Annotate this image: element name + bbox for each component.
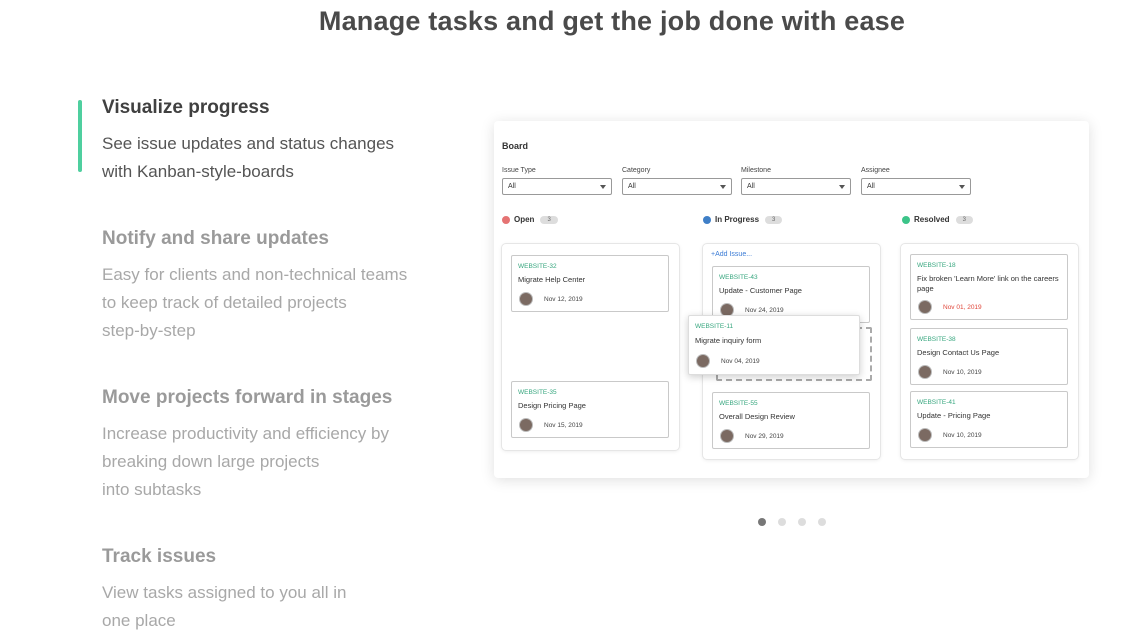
count-badge: 3: [955, 215, 973, 224]
feature-title: Track issues: [102, 546, 217, 567]
issue-card: WEBSITE-38 Design Contact Us Page Nov 10…: [910, 328, 1068, 385]
feature-title: Move projects forward in stages: [102, 387, 393, 408]
carousel-dot[interactable]: [758, 518, 766, 526]
issue-card: WEBSITE-32 Migrate Help Center Nov 12, 2…: [511, 255, 669, 312]
feature-description: Easy for clients and non-technical teams…: [102, 265, 408, 340]
page-headline: Manage tasks and get the job done with e…: [318, 6, 906, 36]
feature-visualize-progress[interactable]: Visualize progress See issue updates and…: [78, 96, 394, 186]
issue-date: Nov 24, 2019: [745, 307, 784, 314]
caret-down-icon: [720, 185, 726, 189]
filter-select: All: [502, 178, 612, 195]
issue-id: WEBSITE-18: [917, 262, 956, 269]
filter-select: All: [622, 178, 732, 195]
feature-title: Visualize progress: [102, 97, 270, 118]
issue-title: Update - Customer Page: [719, 286, 802, 295]
avatar: [519, 418, 533, 432]
feature-notify-share[interactable]: Notify and share updates Easy for client…: [78, 227, 407, 345]
issue-date: Nov 10, 2019: [943, 432, 982, 439]
issue-date: Nov 29, 2019: [745, 433, 784, 440]
issue-title: Overall Design Review: [719, 412, 795, 421]
issue-date: Nov 15, 2019: [544, 422, 583, 429]
issue-id: WEBSITE-38: [917, 336, 956, 343]
filter-select: All: [861, 178, 971, 195]
board-title: Board: [502, 141, 529, 151]
add-issue-link: +Add Issue...: [711, 251, 753, 258]
feature-move-stages[interactable]: Move projects forward in stages Increase…: [78, 386, 392, 504]
column-resolved: WEBSITE-18 Fix broken 'Learn More' link …: [901, 244, 1078, 459]
issue-id: WEBSITE-41: [917, 399, 956, 406]
carousel-dot[interactable]: [798, 518, 806, 526]
filter-issue-type: Issue Type All: [502, 167, 612, 195]
count-badge: 3: [765, 215, 783, 224]
status-dot: [502, 215, 510, 224]
avatar: [519, 292, 533, 306]
filter-label: Assignee: [861, 167, 890, 174]
feature-description: Increase productivity and efficiency by …: [102, 424, 389, 499]
issue-card: WEBSITE-35 Design Pricing Page Nov 15, 2…: [511, 381, 669, 438]
issue-date: Nov 04, 2019: [721, 358, 760, 365]
issue-card: WEBSITE-41 Update - Pricing Page Nov 10,…: [910, 391, 1068, 448]
issue-title: Update - Pricing Page: [917, 411, 991, 420]
issue-card: WEBSITE-55 Overall Design Review Nov 29,…: [712, 392, 870, 449]
dragging-issue-card: WEBSITE-11 Migrate inquiry form Nov 04, …: [688, 315, 860, 375]
issue-id: WEBSITE-11: [695, 323, 734, 330]
caret-down-icon: [959, 185, 965, 189]
issue-id: WEBSITE-55: [719, 400, 758, 407]
issue-title: Design Pricing Page: [518, 401, 586, 410]
filter-category: Category All: [622, 167, 732, 195]
column-header-resolved: Resolved 3: [902, 215, 973, 224]
filter-label: Issue Type: [502, 167, 536, 174]
status-dot: [703, 215, 711, 224]
feature-title: Notify and share updates: [102, 228, 329, 249]
avatar: [918, 365, 932, 379]
carousel-dots: [758, 518, 838, 526]
filter-label: Milestone: [741, 167, 771, 174]
issue-title: Fix broken 'Learn More' link on the care…: [917, 274, 1059, 293]
issue-date: Nov 12, 2019: [544, 296, 583, 303]
issue-id: WEBSITE-43: [719, 274, 758, 281]
issue-date: Nov 10, 2019: [943, 369, 982, 376]
status-dot: [902, 215, 910, 224]
feature-track-issues[interactable]: Track issues View tasks assigned to you …: [78, 545, 346, 635]
column-header-in-progress: In Progress 3: [703, 215, 783, 224]
issue-id: WEBSITE-32: [518, 263, 557, 270]
avatar: [720, 429, 734, 443]
carousel-dot[interactable]: [778, 518, 786, 526]
filter-milestone: Milestone All: [741, 167, 851, 195]
feature-description: See issue updates and status changes wit…: [102, 134, 395, 181]
avatar: [696, 354, 710, 368]
avatar: [918, 300, 932, 314]
caret-down-icon: [839, 185, 845, 189]
filter-select: All: [741, 178, 851, 195]
issue-id: WEBSITE-35: [518, 389, 557, 396]
active-indicator-bar: [78, 100, 82, 172]
feature-description: View tasks assigned to you all in one pl…: [102, 583, 347, 630]
filter-label: Category: [622, 167, 651, 174]
count-badge: 3: [540, 215, 558, 224]
column-open: WEBSITE-32 Migrate Help Center Nov 12, 2…: [502, 244, 679, 450]
issue-title: Migrate inquiry form: [695, 336, 762, 345]
carousel-dot[interactable]: [818, 518, 826, 526]
issue-title: Migrate Help Center: [518, 275, 586, 284]
kanban-board-screenshot: Board Issue Type All Category All Milest…: [494, 121, 1089, 478]
issue-title: Design Contact Us Page: [917, 348, 1000, 357]
caret-down-icon: [600, 185, 606, 189]
issue-card: WEBSITE-18 Fix broken 'Learn More' link …: [910, 254, 1068, 320]
issue-date: Nov 01, 2019: [943, 304, 982, 311]
avatar: [918, 428, 932, 442]
filter-assignee: Assignee All: [861, 167, 971, 195]
column-header-open: Open 3: [502, 215, 558, 224]
